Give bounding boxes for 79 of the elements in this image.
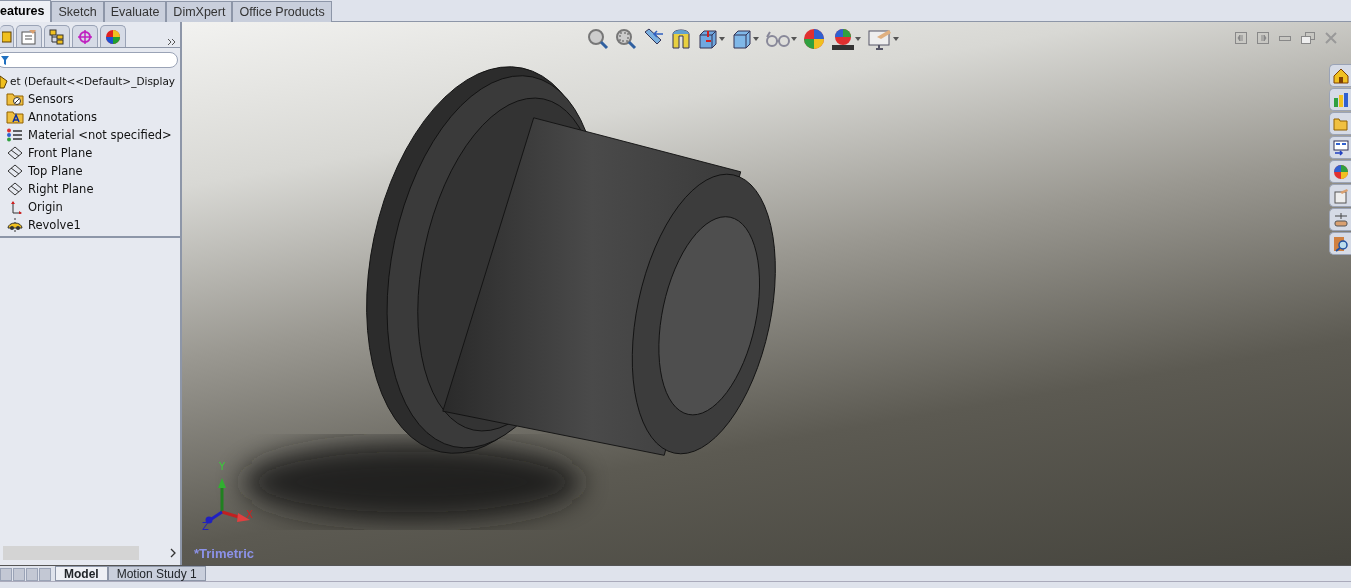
bushing-drawing[interactable] <box>366 66 776 456</box>
feature-tree-tab[interactable] <box>0 25 14 47</box>
scroll-right-icon[interactable] <box>169 548 177 558</box>
part-icon <box>0 73 8 89</box>
plane-icon <box>6 146 24 160</box>
palette-grid-icon <box>1332 139 1349 156</box>
caret-icon <box>855 37 861 41</box>
tree-item[interactable]: Front Plane <box>28 144 93 162</box>
hierarchy-icon <box>49 28 65 45</box>
command-tab[interactable]: Evaluate <box>103 1 167 22</box>
command-tab[interactable]: eatures <box>0 0 52 22</box>
caret-icon <box>719 37 725 41</box>
appearances-tab[interactable] <box>1329 160 1351 183</box>
toolbox-tab[interactable] <box>1329 208 1351 231</box>
library-tab[interactable] <box>1329 88 1351 111</box>
restore-icon[interactable] <box>1301 32 1315 44</box>
command-tab[interactable]: Sketch <box>51 1 104 22</box>
display-style-button[interactable] <box>731 28 759 50</box>
hide-show-button[interactable] <box>765 29 797 49</box>
bottom-tab[interactable]: Motion Study 1 <box>107 566 206 581</box>
part-name[interactable]: et (Default<<Default>_Display <box>10 72 176 90</box>
crosshair-icon <box>77 28 93 45</box>
zoom-to-fit-icon[interactable] <box>587 28 609 50</box>
section-view-icon[interactable] <box>671 28 691 50</box>
display-tab[interactable] <box>100 25 126 47</box>
funnel-icon <box>1 55 9 65</box>
tile-left-icon[interactable] <box>1235 32 1247 44</box>
view-palette-tab[interactable] <box>1329 136 1351 159</box>
caret-icon <box>893 37 899 41</box>
material-icon <box>6 128 24 142</box>
appearance-sphere-icon[interactable] <box>803 28 825 50</box>
minimize-icon[interactable] <box>1279 35 1291 41</box>
sphere-on-floor-icon <box>831 28 855 50</box>
property-sheet-icon <box>21 28 37 45</box>
dimxpert-tab[interactable] <box>72 25 98 47</box>
caret-icon <box>753 37 759 41</box>
bottom-tab[interactable]: Model <box>55 566 108 581</box>
view-orientation-label: *Trimetric <box>194 544 254 563</box>
filter-field[interactable] <box>0 52 178 68</box>
custom-properties-tab[interactable] <box>1329 184 1351 207</box>
books-icon <box>1332 91 1349 108</box>
tree-item[interactable]: Sensors <box>28 90 74 108</box>
tree-item[interactable]: Material <not specified> <box>28 126 172 144</box>
annotation-folder-icon <box>6 110 24 124</box>
glasses-icon <box>765 29 791 49</box>
monitor-icon <box>867 28 893 50</box>
tree-item[interactable]: Top Plane <box>28 162 83 180</box>
sphere-icon <box>1332 163 1349 180</box>
axis-label: Y <box>219 462 226 472</box>
axis-label: X <box>246 510 253 520</box>
zoom-area-icon[interactable] <box>615 28 637 50</box>
cube-icon <box>731 28 753 50</box>
tree-item[interactable]: Right Plane <box>28 180 94 198</box>
more-tabs-icon[interactable] <box>167 37 177 47</box>
house-icon <box>1332 67 1349 84</box>
property-tab[interactable] <box>16 25 42 47</box>
clipboard-icon <box>1332 187 1349 204</box>
color-wheel-icon <box>105 28 121 45</box>
design-checker-tab[interactable] <box>1329 232 1351 255</box>
magnifier-icon <box>1332 235 1349 252</box>
scene-button[interactable] <box>831 28 861 50</box>
home-tab[interactable] <box>1329 64 1351 87</box>
tree-item[interactable]: Revolve1 <box>28 216 81 234</box>
sensor-folder-icon <box>6 92 24 106</box>
command-tab[interactable]: Office Products <box>232 1 332 22</box>
configuration-tab[interactable] <box>44 25 70 47</box>
caret-icon <box>791 37 797 41</box>
plane-icon <box>6 164 24 178</box>
revolve-icon <box>6 218 24 232</box>
view-orientation-button[interactable] <box>697 28 725 50</box>
tree-item[interactable]: Origin <box>28 198 63 216</box>
plane-icon <box>6 182 24 196</box>
tile-right-icon[interactable] <box>1257 32 1269 44</box>
folder-icon <box>1332 116 1349 131</box>
view-settings-button[interactable] <box>867 28 899 50</box>
wrench-icon <box>1332 211 1349 228</box>
command-tab[interactable]: DimXpert <box>166 1 233 22</box>
tree-item[interactable]: Annotations <box>28 108 98 126</box>
cube-icon <box>697 28 719 50</box>
